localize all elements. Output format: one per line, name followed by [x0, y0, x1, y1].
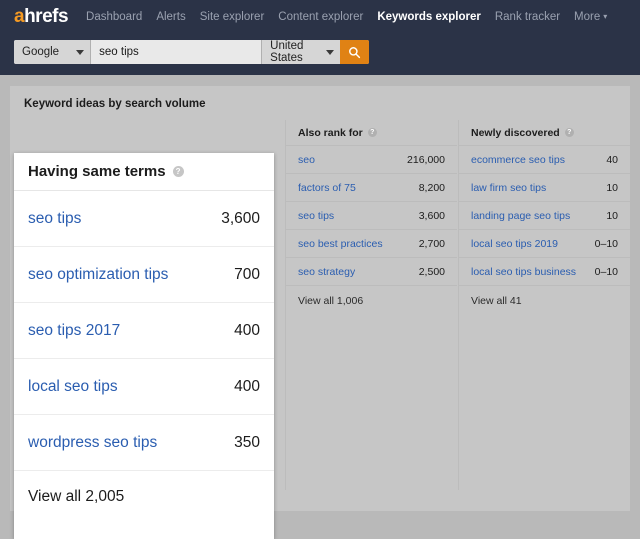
keyword-link[interactable]: factors of 75	[298, 182, 356, 194]
keyword-link[interactable]: seo tips	[28, 210, 81, 228]
keyword-link[interactable]: seo best practices	[298, 238, 383, 250]
table-row[interactable]: wordpress seo tips 350	[14, 415, 274, 471]
volume-value: 3,600	[413, 210, 445, 222]
country-select[interactable]: United States	[261, 40, 340, 64]
nav-item-rank-tracker[interactable]: Rank tracker	[495, 11, 560, 23]
keyword-link[interactable]: seo optimization tips	[28, 266, 168, 284]
keyword-link[interactable]: seo tips 2017	[28, 322, 120, 340]
volume-value: 0–10	[589, 266, 618, 278]
info-icon[interactable]: ?	[368, 128, 377, 137]
nav-item-dashboard[interactable]: Dashboard	[86, 11, 142, 23]
nav-row: ahrefs Dashboard Alerts Site explorer Co…	[0, 0, 640, 33]
search-engine-select[interactable]: Google	[14, 40, 91, 64]
volume-value: 8,200	[413, 182, 445, 194]
newly-discovered-column: Newly discovered ? ecommerce seo tips 40…	[458, 120, 630, 490]
info-icon[interactable]: ?	[565, 128, 574, 137]
volume-value: 400	[234, 378, 260, 396]
volume-value: 350	[234, 434, 260, 452]
chevron-down-icon	[326, 50, 334, 55]
view-all-having-same-terms[interactable]: View all 2,005	[14, 471, 274, 523]
view-all-newly-discovered[interactable]: View all 41	[459, 286, 630, 316]
having-same-terms-title: Having same terms	[28, 163, 166, 180]
table-row[interactable]: law firm seo tips 10	[459, 174, 630, 202]
top-navigation-bar: ahrefs Dashboard Alerts Site explorer Co…	[0, 0, 640, 75]
nav-item-keywords-explorer[interactable]: Keywords explorer	[377, 11, 481, 23]
search-icon	[348, 46, 361, 59]
volume-value: 40	[600, 154, 618, 166]
table-row[interactable]: seo tips 3,600	[14, 191, 274, 247]
also-rank-for-header: Also rank for ?	[286, 120, 457, 146]
table-row[interactable]: local seo tips 400	[14, 359, 274, 415]
keyword-link[interactable]: ecommerce seo tips	[471, 154, 565, 166]
keyword-search-input[interactable]	[91, 40, 261, 64]
having-same-terms-header: Having same terms ?	[14, 153, 274, 191]
table-row[interactable]: local seo tips 2019 0–10	[459, 230, 630, 258]
info-icon[interactable]: ?	[173, 166, 184, 177]
view-all-also-rank-for[interactable]: View all 1,006	[286, 286, 457, 316]
newly-discovered-header: Newly discovered ?	[459, 120, 630, 146]
keyword-link[interactable]: seo tips	[298, 210, 334, 222]
volume-value: 216,000	[401, 154, 445, 166]
table-row[interactable]: factors of 75 8,200	[286, 174, 457, 202]
also-rank-for-column: Also rank for ? seo 216,000 factors of 7…	[285, 120, 457, 490]
table-row[interactable]: ecommerce seo tips 40	[459, 146, 630, 174]
nav-item-site-explorer[interactable]: Site explorer	[200, 11, 265, 23]
table-row[interactable]: landing page seo tips 10	[459, 202, 630, 230]
country-value: United States	[270, 40, 326, 64]
nav-item-alerts[interactable]: Alerts	[156, 11, 185, 23]
keyword-link[interactable]: law firm seo tips	[471, 182, 546, 194]
volume-value: 10	[600, 182, 618, 194]
logo-letter-a: a	[14, 6, 24, 27]
nav-item-content-explorer[interactable]: Content explorer	[278, 11, 363, 23]
volume-value: 700	[234, 266, 260, 284]
keyword-link[interactable]: wordpress seo tips	[28, 434, 157, 452]
keyword-link[interactable]: local seo tips business	[471, 266, 576, 278]
nav-item-more[interactable]: More▾	[574, 11, 607, 23]
keyword-ideas-panel: Keyword ideas by search volume Having sa…	[10, 86, 630, 511]
keyword-ideas-columns: Having same terms ? seo tips 3,600 seo o…	[10, 120, 630, 490]
also-rank-for-title: Also rank for	[298, 127, 363, 139]
panel-title: Keyword ideas by search volume	[10, 86, 630, 120]
keyword-link[interactable]: landing page seo tips	[471, 210, 570, 222]
table-row[interactable]: seo strategy 2,500	[286, 258, 457, 286]
ahrefs-logo[interactable]: ahrefs	[14, 7, 68, 26]
volume-value: 10	[600, 210, 618, 222]
table-row[interactable]: seo tips 3,600	[286, 202, 457, 230]
volume-value: 2,700	[413, 238, 445, 250]
keyword-link[interactable]: local seo tips 2019	[471, 238, 558, 250]
table-row[interactable]: seo 216,000	[286, 146, 457, 174]
keyword-link[interactable]: local seo tips	[28, 378, 118, 396]
having-same-terms-card: Having same terms ? seo tips 3,600 seo o…	[14, 153, 274, 539]
newly-discovered-title: Newly discovered	[471, 127, 560, 139]
logo-text: hrefs	[24, 6, 68, 27]
search-bar: Google United States	[14, 40, 369, 64]
volume-value: 400	[234, 322, 260, 340]
search-button[interactable]	[340, 40, 369, 64]
volume-value: 2,500	[413, 266, 445, 278]
table-row[interactable]: seo best practices 2,700	[286, 230, 457, 258]
chevron-down-icon	[76, 50, 84, 55]
chevron-down-icon: ▾	[603, 12, 607, 21]
volume-value: 3,600	[221, 210, 260, 228]
table-row[interactable]: local seo tips business 0–10	[459, 258, 630, 286]
keyword-link[interactable]: seo strategy	[298, 266, 355, 278]
keyword-link[interactable]: seo	[298, 154, 315, 166]
volume-value: 0–10	[589, 238, 618, 250]
table-row[interactable]: seo tips 2017 400	[14, 303, 274, 359]
nav-item-more-label: More	[574, 11, 600, 23]
table-row[interactable]: seo optimization tips 700	[14, 247, 274, 303]
search-engine-value: Google	[22, 46, 59, 58]
